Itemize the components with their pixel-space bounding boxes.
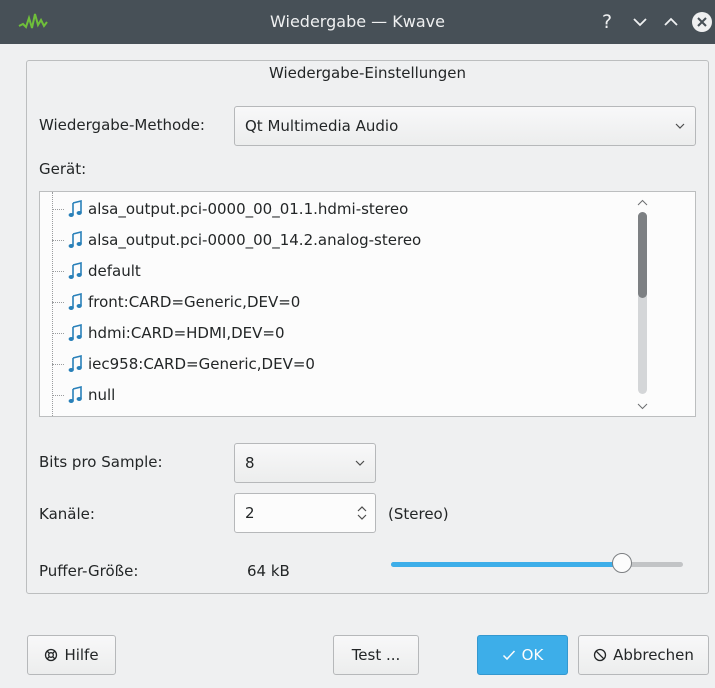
playback-method-value: Qt Multimedia Audio	[245, 117, 399, 135]
music-note-icon	[68, 324, 82, 341]
test-button-label: Test ...	[351, 646, 401, 664]
device-list-item[interactable]: default	[52, 256, 141, 286]
music-note-icon	[68, 355, 82, 372]
buffer-slider-fill	[391, 562, 622, 567]
device-name: iec958:CARD=Generic,DEV=0	[88, 355, 315, 373]
title-bar[interactable]: Wiedergabe — Kwave ?	[0, 0, 715, 44]
cancel-icon	[593, 648, 607, 662]
device-list-item[interactable]: alsa_output.pci-0000_00_14.2.analog-ster…	[52, 225, 421, 255]
help-button[interactable]: Hilfe	[27, 635, 116, 675]
device-label: Gerät:	[39, 160, 87, 178]
scroll-up-arrow-icon[interactable]	[637, 199, 648, 206]
tree-branch	[52, 208, 64, 210]
test-button[interactable]: Test ...	[333, 635, 419, 675]
device-list-item[interactable]: hdmi:CARD=HDMI,DEV=0	[52, 318, 285, 348]
scrollbar-thumb[interactable]	[638, 212, 647, 298]
device-name: null	[88, 386, 116, 404]
chevron-down-icon	[633, 18, 647, 27]
chevron-up-icon	[664, 17, 678, 26]
chevron-down-icon	[355, 460, 365, 466]
help-button-label: Hilfe	[64, 646, 99, 664]
close-button[interactable]	[689, 9, 715, 35]
buffer-label: Puffer-Größe:	[39, 562, 139, 580]
device-name: alsa_output.pci-0000_00_01.1.hdmi-stereo	[88, 200, 409, 218]
buffer-value: 64 kB	[247, 562, 290, 580]
buffer-slider-handle[interactable]	[611, 553, 632, 573]
bits-label: Bits pro Sample:	[39, 453, 163, 471]
ok-button[interactable]: OK	[477, 635, 568, 675]
channels-label: Kanäle:	[39, 505, 95, 523]
chevron-down-icon	[675, 123, 685, 129]
tree-branch	[52, 301, 64, 303]
cancel-button-label: Abbrechen	[613, 646, 694, 664]
tree-branch	[52, 363, 64, 365]
device-list-item[interactable]: iec958:CARD=Generic,DEV=0	[52, 349, 315, 379]
group-title: Wiedergabe-Einstellungen	[268, 64, 467, 82]
maximize-button[interactable]	[658, 9, 684, 35]
close-icon	[692, 12, 712, 32]
bits-value: 8	[245, 454, 255, 472]
ok-button-label: OK	[521, 646, 544, 664]
lifebuoy-icon	[45, 648, 58, 662]
scroll-down-arrow-icon[interactable]	[637, 403, 648, 410]
device-name: front:CARD=Generic,DEV=0	[88, 293, 301, 311]
playback-method-label: Wiedergabe-Methode:	[39, 116, 205, 134]
cancel-button[interactable]: Abbrechen	[578, 635, 709, 675]
music-note-icon	[68, 293, 82, 310]
question-mark-icon: ?	[601, 11, 613, 33]
tree-branch	[52, 239, 64, 241]
channels-spinbox[interactable]: 2	[234, 493, 376, 533]
tree-branch	[52, 270, 64, 272]
bits-combo[interactable]: 8	[234, 443, 376, 483]
device-list[interactable]: alsa_output.pci-0000_00_01.1.hdmi-stereo…	[39, 191, 696, 417]
help-question-button[interactable]: ?	[594, 9, 620, 35]
music-note-icon	[68, 262, 82, 279]
device-list-item[interactable]: front:CARD=Generic,DEV=0	[52, 287, 300, 317]
device-name: alsa_output.pci-0000_00_14.2.analog-ster…	[88, 231, 422, 249]
music-note-icon	[68, 231, 82, 248]
checkmark-icon	[502, 650, 515, 661]
device-name: hdmi:CARD=HDMI,DEV=0	[88, 324, 285, 342]
tree-branch	[52, 332, 64, 334]
spin-up-down-icon[interactable]	[357, 504, 367, 522]
channels-value: 2	[245, 504, 255, 522]
music-note-icon	[68, 200, 82, 217]
channels-description: (Stereo)	[388, 505, 449, 523]
device-list-item[interactable]: null	[52, 380, 115, 410]
device-name: default	[88, 262, 141, 280]
music-note-icon	[68, 386, 82, 403]
device-list-item[interactable]: alsa_output.pci-0000_00_01.1.hdmi-stereo	[52, 194, 408, 224]
minimize-button[interactable]	[627, 9, 653, 35]
tree-branch	[52, 394, 64, 396]
playback-method-combo[interactable]: Qt Multimedia Audio	[234, 106, 696, 146]
